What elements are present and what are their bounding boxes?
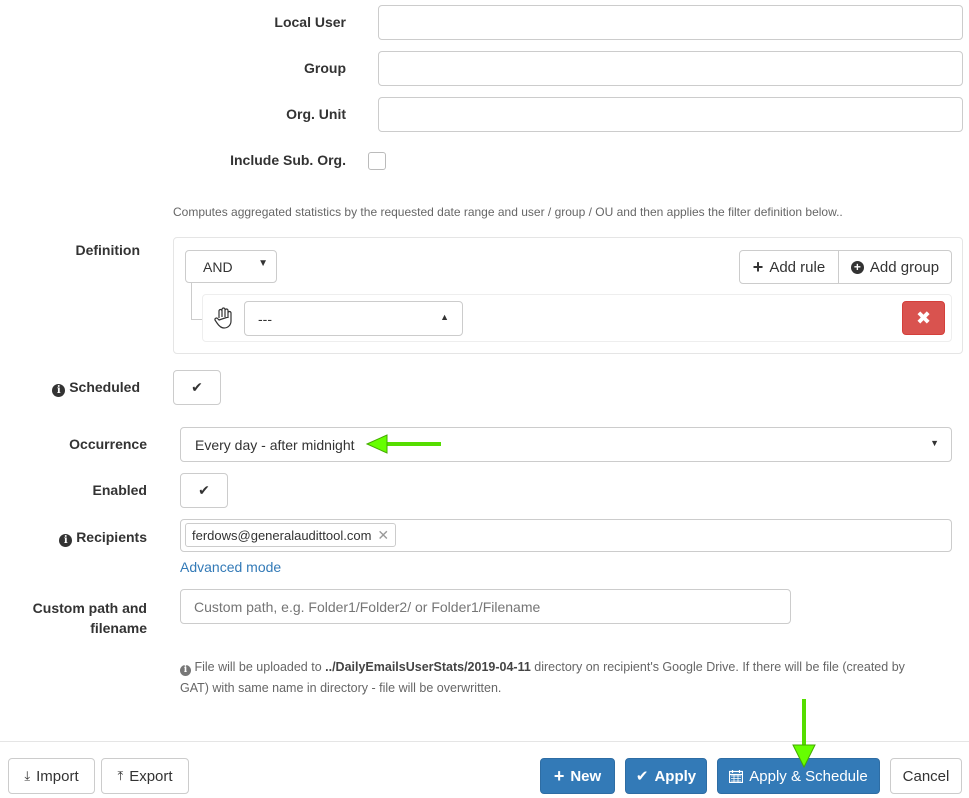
- export-icon: ⤒: [117, 768, 124, 783]
- operator-value: AND: [203, 259, 233, 275]
- recipients-label-text: Recipients: [76, 529, 147, 545]
- group-input[interactable]: [378, 51, 963, 86]
- org-unit-input[interactable]: [378, 97, 963, 132]
- custom-path-label: Custom path and filename: [20, 598, 147, 638]
- annotation-arrow-left: [365, 434, 441, 454]
- new-button[interactable]: + New: [540, 758, 615, 794]
- caret-down-icon: ▼: [930, 438, 939, 448]
- drag-handle-icon[interactable]: [213, 307, 233, 329]
- info-icon: i: [52, 384, 66, 397]
- remove-recipient-icon[interactable]: ✕: [377, 527, 389, 544]
- group-label: Group: [304, 60, 346, 76]
- check-icon: ✔: [191, 379, 203, 395]
- custom-path-label-line2: filename: [90, 620, 147, 636]
- export-button[interactable]: ⤒ Export: [101, 758, 189, 794]
- check-icon: ✔: [635, 768, 649, 785]
- operator-select[interactable]: AND ▼: [185, 250, 277, 283]
- caret-down-icon: ▼: [258, 258, 268, 269]
- scheduled-label-text: Scheduled: [69, 379, 140, 395]
- definition-description: Computes aggregated statistics by the re…: [173, 205, 843, 219]
- query-builder: AND ▼ + Add rule + Add group --- ▲ ✖: [173, 237, 963, 354]
- upload-note-line2: GAT) with same name in directory - file …: [180, 681, 502, 695]
- new-label: New: [570, 767, 602, 785]
- advanced-mode-link[interactable]: Advanced mode: [180, 559, 281, 575]
- definition-label: Definition: [75, 242, 140, 258]
- add-group-label: Add group: [869, 258, 940, 276]
- recipient-email: ferdows@generalaudittool.com: [192, 527, 372, 543]
- occurrence-value: Every day - after midnight: [195, 437, 355, 453]
- info-icon: i: [59, 534, 73, 547]
- delete-rule-button[interactable]: ✖: [902, 301, 945, 335]
- apply-schedule-label: Apply & Schedule: [749, 767, 868, 785]
- plus-circle-icon: +: [850, 260, 864, 274]
- calendar-icon: [729, 769, 744, 783]
- close-icon: ✖: [915, 308, 932, 328]
- import-label: Import: [36, 767, 79, 785]
- rule-row: --- ▲ ✖: [202, 294, 952, 342]
- enabled-label: Enabled: [92, 482, 147, 498]
- info-icon: i: [180, 665, 191, 676]
- plus-icon: +: [752, 257, 764, 277]
- occurrence-select[interactable]: Every day - after midnight ▼: [180, 427, 952, 462]
- apply-button[interactable]: ✔ Apply: [625, 758, 707, 794]
- local-user-input[interactable]: [378, 5, 963, 40]
- occurrence-label: Occurrence: [69, 436, 147, 452]
- import-icon: ⤓: [24, 768, 31, 783]
- add-rule-button[interactable]: + Add rule: [739, 250, 839, 284]
- scheduled-toggle[interactable]: ✔: [173, 370, 221, 405]
- custom-path-input[interactable]: [180, 589, 791, 624]
- recipients-label: i Recipients: [20, 529, 147, 547]
- check-icon: ✔: [198, 482, 210, 498]
- rule-field-value: ---: [258, 311, 272, 327]
- export-label: Export: [129, 767, 173, 785]
- include-sub-org-label: Include Sub. Org.: [230, 152, 346, 168]
- plus-icon: +: [553, 766, 565, 786]
- cancel-label: Cancel: [902, 767, 950, 785]
- scheduled-label: i Scheduled: [20, 379, 140, 397]
- footer-divider: [0, 741, 969, 742]
- custom-path-label-line1: Custom path and: [32, 600, 147, 616]
- add-group-button[interactable]: + Add group: [838, 250, 952, 284]
- local-user-label: Local User: [274, 14, 346, 30]
- rule-field-select[interactable]: --- ▲: [244, 301, 463, 336]
- recipient-tag: ferdows@generalaudittool.com ✕: [185, 523, 397, 547]
- enabled-toggle[interactable]: ✔: [180, 473, 228, 508]
- upload-note-line1-suffix: directory on recipient's Google Drive. I…: [530, 660, 905, 674]
- include-sub-org-checkbox[interactable]: [368, 152, 386, 170]
- caret-up-icon: ▲: [440, 312, 449, 322]
- upload-note: i File will be uploaded to ../DailyEmail…: [180, 657, 960, 699]
- apply-label: Apply: [654, 767, 697, 785]
- recipients-input[interactable]: ferdows@generalaudittool.com ✕: [180, 519, 952, 552]
- import-button[interactable]: ⤓ Import: [8, 758, 95, 794]
- cancel-button[interactable]: Cancel: [890, 758, 962, 794]
- upload-note-path: ../DailyEmailsUserStats/2019-04-11: [325, 660, 531, 674]
- org-unit-label: Org. Unit: [286, 106, 346, 122]
- add-rule-label: Add rule: [769, 258, 826, 276]
- annotation-arrow-down: [792, 699, 816, 769]
- upload-note-prefix: File will be uploaded to: [194, 660, 326, 674]
